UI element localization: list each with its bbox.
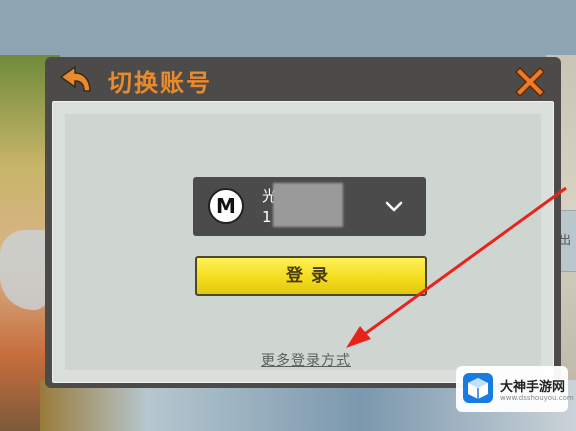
close-x-icon[interactable] — [510, 62, 550, 102]
background-left-cloud — [0, 230, 50, 310]
dialog-content-panel: M 光 夏 1 4 登录 更多登录方式 — [65, 114, 541, 370]
dialog-titlebar: 切换账号 — [45, 57, 561, 101]
redaction-mask — [273, 183, 343, 227]
login-button[interactable]: 登录 — [195, 256, 427, 296]
account-avatar: M — [208, 188, 244, 224]
chevron-down-icon[interactable] — [383, 195, 405, 217]
dialog-title: 切换账号 — [108, 69, 212, 97]
more-login-methods-link[interactable]: 更多登录方式 — [261, 350, 351, 370]
dialog-body: M 光 夏 1 4 登录 更多登录方式 — [52, 101, 554, 383]
account-selector[interactable]: M 光 夏 1 4 — [193, 177, 426, 236]
back-arrow-icon[interactable] — [53, 63, 93, 97]
watermark-title: 大神手游网 — [500, 380, 566, 395]
cube-logo-icon — [463, 373, 493, 403]
switch-account-dialog: 切换账号 M 光 夏 1 4 登录 更多登录方式 — [45, 57, 561, 388]
watermark-url: www.dsshouyou.com — [500, 394, 574, 402]
watermark: 大神手游网 www.dsshouyou.com — [456, 366, 574, 412]
avatar-letter: M — [216, 194, 236, 218]
